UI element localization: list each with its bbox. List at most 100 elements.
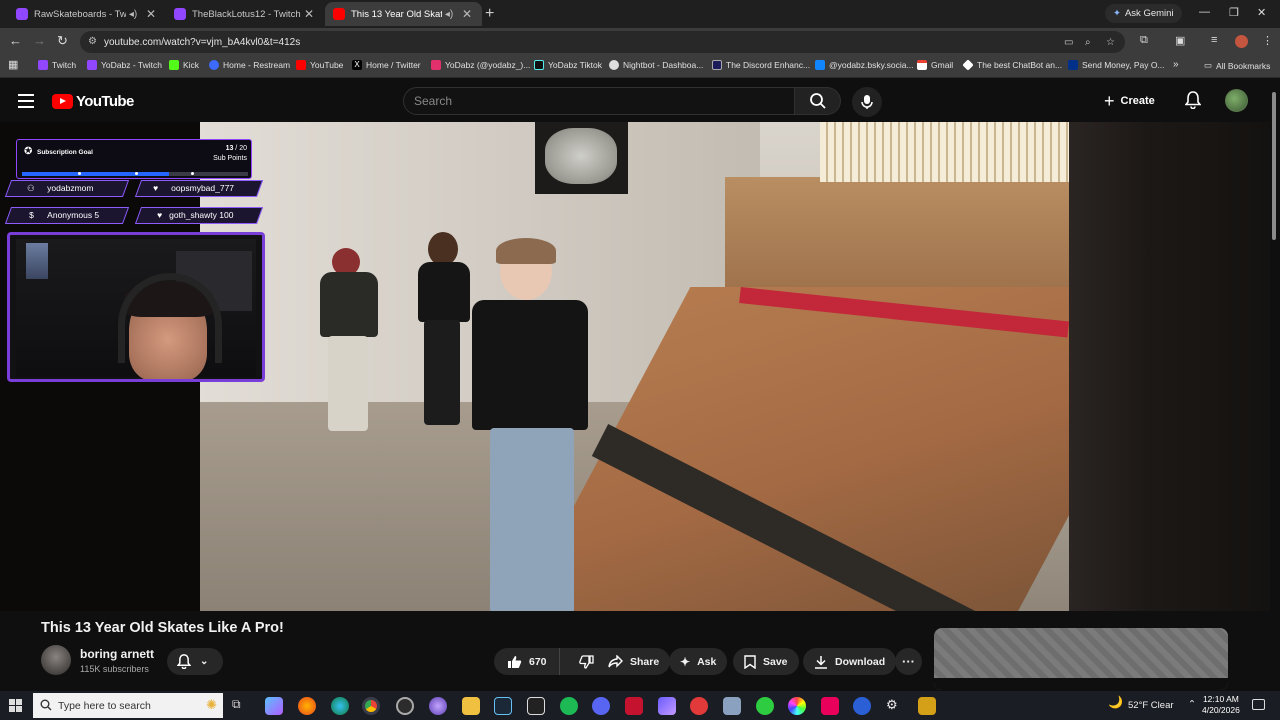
side-panel-icon[interactable]: ▣ [1175,34,1185,47]
close-window-icon[interactable]: ✕ [1257,6,1266,19]
apps-grid-icon[interactable]: ▦ [8,58,18,71]
feather-app-icon[interactable] [658,697,676,715]
event-chip-goth-shawty: ♥ goth_shawty 100 [134,207,264,224]
reading-list-icon[interactable]: ≡ [1211,34,1217,46]
taskbar-clock[interactable]: 12:10 AM 4/20/2026 [1202,694,1240,716]
ask-gemini-button[interactable]: ✦ Ask Gemini [1105,4,1182,23]
firefox-icon[interactable] [298,697,316,715]
speaker-icon[interactable]: ◂) [442,9,456,20]
bookmark-twitch[interactable]: Twitch [38,60,76,70]
cast-icon[interactable]: ▭ [1064,37,1073,48]
share-button[interactable]: Share [597,648,671,675]
bookmark-paypal[interactable]: Send Money, Pay O... [1068,60,1165,70]
bookmark-discord-enhancer[interactable]: The Discord Enhanc... [712,60,810,70]
hamburger-menu-icon[interactable] [18,94,34,112]
ask-gemini-label: Ask Gemini [1124,8,1174,19]
notification-center-icon[interactable] [1252,699,1265,710]
bookmark-youtube[interactable]: YouTube [296,60,343,70]
app-circle-red-icon[interactable] [690,697,708,715]
ask-button[interactable]: ✦ Ask [669,648,728,675]
twitch-favicon-icon [16,8,28,20]
minimize-icon[interactable]: — [1199,6,1210,18]
close-tab-icon[interactable]: ✕ [144,7,158,21]
bookmark-star-icon[interactable]: ☆ [1106,37,1115,48]
file-explorer-icon[interactable] [462,697,480,715]
extensions-icon[interactable]: ⧉ [1140,34,1148,47]
tray-chevron-up-icon[interactable]: ⌃ [1188,699,1196,710]
bookmark-bluesky[interactable]: @yodabz.bsky.socia... [815,60,914,70]
spotify-icon[interactable] [560,697,578,715]
tab-theblacklotus[interactable]: TheBlackLotus12 - Twitch ✕ [166,2,324,26]
channel-name[interactable]: boring arnett [80,647,154,661]
epic-games-icon[interactable] [527,697,545,715]
video-player[interactable]: ✪ Subscription Goal 13 / 20 Sub Points ⚇… [0,122,1270,611]
youtube-logo[interactable]: YouTube [52,93,134,110]
subscription-bell-button[interactable]: ⌄ [167,648,223,675]
search-button[interactable] [795,87,841,115]
restore-icon[interactable]: ❐ [1229,6,1239,19]
all-bookmarks-label: All Bookmarks [1216,60,1271,71]
chrome-icon[interactable] [362,697,380,715]
site-info-icon[interactable]: ⚙ [88,36,97,47]
copilot-icon[interactable] [265,697,283,715]
windows-start-icon[interactable] [9,699,22,712]
bookmark-gmail[interactable]: Gmail [917,60,953,70]
download-button[interactable]: Download [803,648,897,675]
app-gray-icon[interactable] [723,697,741,715]
bookmark-twitter[interactable]: X Home / Twitter [352,60,421,70]
create-button[interactable]: + Create [1104,89,1155,113]
edge-icon[interactable] [331,697,349,715]
scrollbar-thumb[interactable] [1272,92,1276,240]
app-orb-icon[interactable] [429,697,447,715]
app-red-icon[interactable] [625,697,643,715]
color-wheel-icon[interactable] [788,697,806,715]
close-tab-icon[interactable]: ✕ [460,7,474,21]
voice-search-button[interactable] [852,87,882,117]
all-bookmarks-folder[interactable]: ▭ All Bookmarks [1204,60,1270,71]
recommended-video-thumbnail[interactable] [934,628,1228,690]
channel-avatar[interactable] [41,645,71,675]
weather-text[interactable]: 52°F Clear [1128,700,1174,711]
search-icon [40,699,52,711]
bookmark-kick[interactable]: Kick [169,60,199,70]
zoom-icon[interactable]: ⌕ [1085,37,1091,48]
account-avatar[interactable] [1225,89,1248,112]
tab-rawskateboards[interactable]: RawSkateboards - Twitch ◂) ✕ [8,2,166,26]
speaker-icon[interactable]: ◂) [126,9,140,20]
bookmark-chatbot[interactable]: The best ChatBot an... [962,59,1062,71]
search-input[interactable]: Search [403,87,795,115]
app-blue-icon[interactable] [853,697,871,715]
bookmark-instagram[interactable]: YoDabz (@yodabz_)... [431,60,530,70]
save-button[interactable]: Save [733,648,799,675]
app-green-icon[interactable] [756,697,774,715]
reload-icon[interactable]: ↻ [57,33,68,49]
steam-icon[interactable] [494,697,512,715]
new-tab-button[interactable]: + [485,5,494,23]
more-bookmarks-chevron-icon[interactable]: » [1173,59,1179,70]
tiktok-studio-icon[interactable] [821,697,839,715]
bookmark-yodabz-twitch[interactable]: YoDabz - Twitch [87,60,162,70]
task-view-icon[interactable]: ⧉ [232,697,250,715]
back-arrow-icon[interactable]: ← [9,33,22,48]
profile-avatar-icon[interactable] [1235,35,1248,48]
app-yellow-icon[interactable] [918,697,936,715]
bookmark-tiktok[interactable]: YoDabz Tiktok [534,60,602,70]
bookmark-nightbot[interactable]: Nightbot - Dashboa... [609,60,703,70]
bookmark-restream[interactable]: Home - Restream [209,60,290,70]
page-scrollbar[interactable] [1270,86,1278,690]
obs-icon[interactable] [396,697,414,715]
goal-title: Subscription Goal [37,149,93,156]
settings-gear-icon[interactable]: ⚙ [886,697,904,715]
discord-icon[interactable] [592,697,610,715]
webcam-window-light [26,243,48,279]
taskbar-search-input[interactable]: Type here to search ✺ [33,693,223,718]
close-tab-icon[interactable]: ✕ [302,7,316,21]
notifications-bell-icon[interactable] [1184,91,1202,114]
browser-menu-icon[interactable]: ⋮ [1262,34,1273,47]
address-bar[interactable]: ⚙ youtube.com/watch?v=vjm_bA4kvl0&t=412s… [80,31,1125,53]
more-actions-button[interactable]: ··· [895,648,922,675]
video-frame[interactable] [200,122,1069,611]
tab-youtube-video[interactable]: This 13 Year Old Skates Like ◂) ✕ [325,2,482,26]
like-button[interactable]: 670 [494,648,560,675]
forward-arrow-icon[interactable]: → [33,33,46,48]
